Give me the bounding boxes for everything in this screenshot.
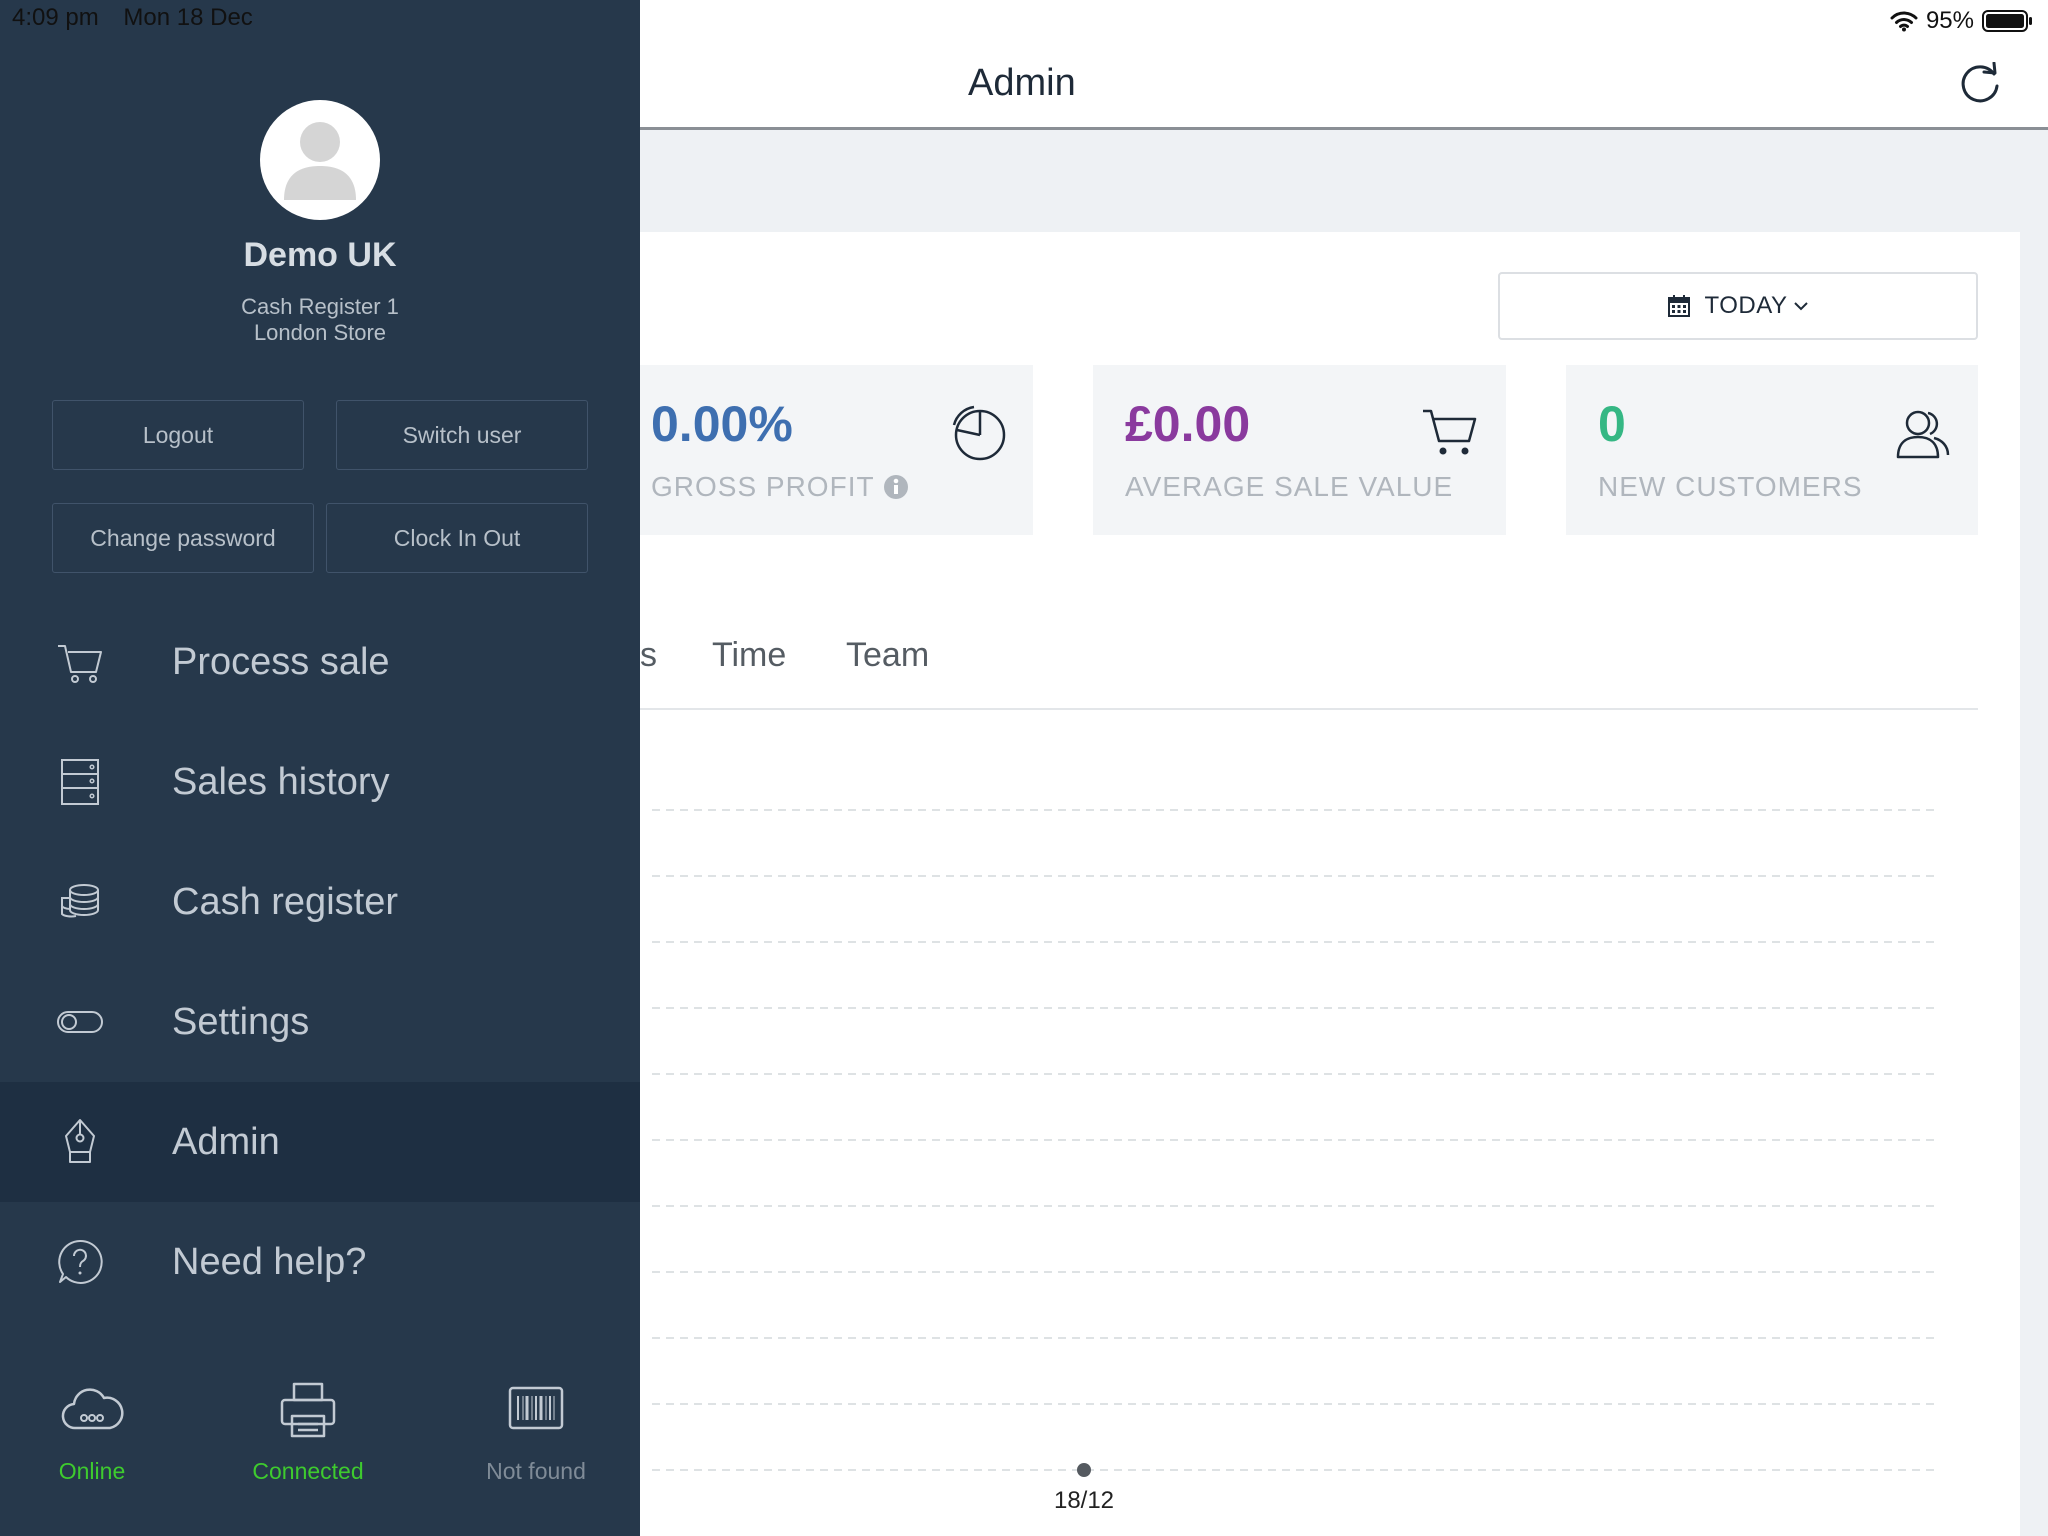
cloud-icon [61,1388,124,1430]
nav-label: Need help? [172,1240,367,1283]
side-menu: 4:09 pm Mon 18 Dec Demo UK Cash Register… [0,0,640,1536]
nav-item-cash-register[interactable]: Cash register [0,842,640,962]
cabinet-icon [61,759,99,805]
printer-icon [280,1382,336,1438]
battery-icon [1982,10,2032,32]
status-time: 4:09 pm [12,4,99,31]
report-tabs: s Time Team [600,636,1978,710]
cart-icon [58,645,102,683]
nav-label: Process sale [172,640,390,683]
status-bar-left: 4:09 pm Mon 18 Dec [12,4,271,32]
stat-value: 0 [1598,396,1626,452]
tab-partial[interactable]: s [640,636,657,675]
user-icon [284,122,356,200]
calendar-icon [1667,295,1690,317]
stat-label-row: GROSS PROFIT [651,471,909,503]
tab-team[interactable]: Team [846,636,929,675]
nav-item-admin[interactable]: Admin [0,1082,640,1202]
help-icon [58,1239,103,1284]
nav-label: Sales history [172,760,390,803]
stat-card-new-customers: 0 NEW CUSTOMERS [1566,365,1978,535]
toggle-icon [57,1011,103,1033]
pen-nib-icon [65,1119,95,1163]
period-dropdown[interactable]: TODAY [1498,272,1978,340]
store-name: London Store [253,320,387,345]
stat-label: GROSS PROFIT [651,471,875,502]
x-tick-label: 18/12 [1054,1487,1114,1514]
data-point[interactable] [1077,1463,1091,1477]
wifi-icon [1890,11,1918,32]
nav-item-settings[interactable]: Settings [0,962,640,1082]
status-date: Mon 18 Dec [123,4,253,31]
nav-item-sales-history[interactable]: Sales history [0,722,640,842]
stat-label: NEW CUSTOMERS [1598,471,1863,502]
status-scanner: Not found [436,1380,636,1485]
stat-card-average-sale: £0.00 AVERAGE SALE VALUE [1093,365,1506,535]
nav-label: Settings [172,1000,310,1043]
coins-icon [61,884,99,918]
tab-time[interactable]: Time [712,636,786,675]
avatar [260,100,380,220]
page-title: Admin [968,62,1076,104]
stat-value: £0.00 [1125,396,1251,452]
info-icon[interactable] [883,474,909,500]
nav-label: Admin [172,1120,280,1163]
change-password-button[interactable]: Change password [52,503,314,573]
register-name: Cash Register 1 [241,294,399,319]
cart-icon [1423,409,1477,455]
nav-item-process-sale[interactable]: Process sale [0,602,640,722]
refresh-icon[interactable] [1958,62,2002,106]
switch-user-button[interactable]: Switch user [336,400,588,470]
period-label: TODAY [1704,292,1788,319]
pie-chart-icon [952,405,1006,461]
status-label: Not found [486,1458,586,1484]
users-icon [1896,410,1950,459]
status-label: Connected [252,1458,364,1484]
clock-in-out-button[interactable]: Clock In Out [326,503,588,573]
nav-label: Cash register [172,880,398,923]
barcode-icon [508,1386,564,1430]
nav-item-need-help[interactable]: Need help? [0,1202,640,1322]
status-printer: Connected [208,1380,408,1485]
sales-chart: 18/12 [652,809,1940,1514]
stat-label: AVERAGE SALE VALUE [1125,471,1454,502]
chevron-down-icon [1794,302,1809,311]
status-bar-right: 95% [1890,6,2034,36]
battery-percent: 95% [1925,7,1974,34]
stat-value: 0.00% [651,396,793,452]
status-online: Online [0,1380,192,1485]
user-name: Demo UK [243,236,397,274]
status-label: Online [58,1458,126,1484]
logout-button[interactable]: Logout [52,400,304,470]
